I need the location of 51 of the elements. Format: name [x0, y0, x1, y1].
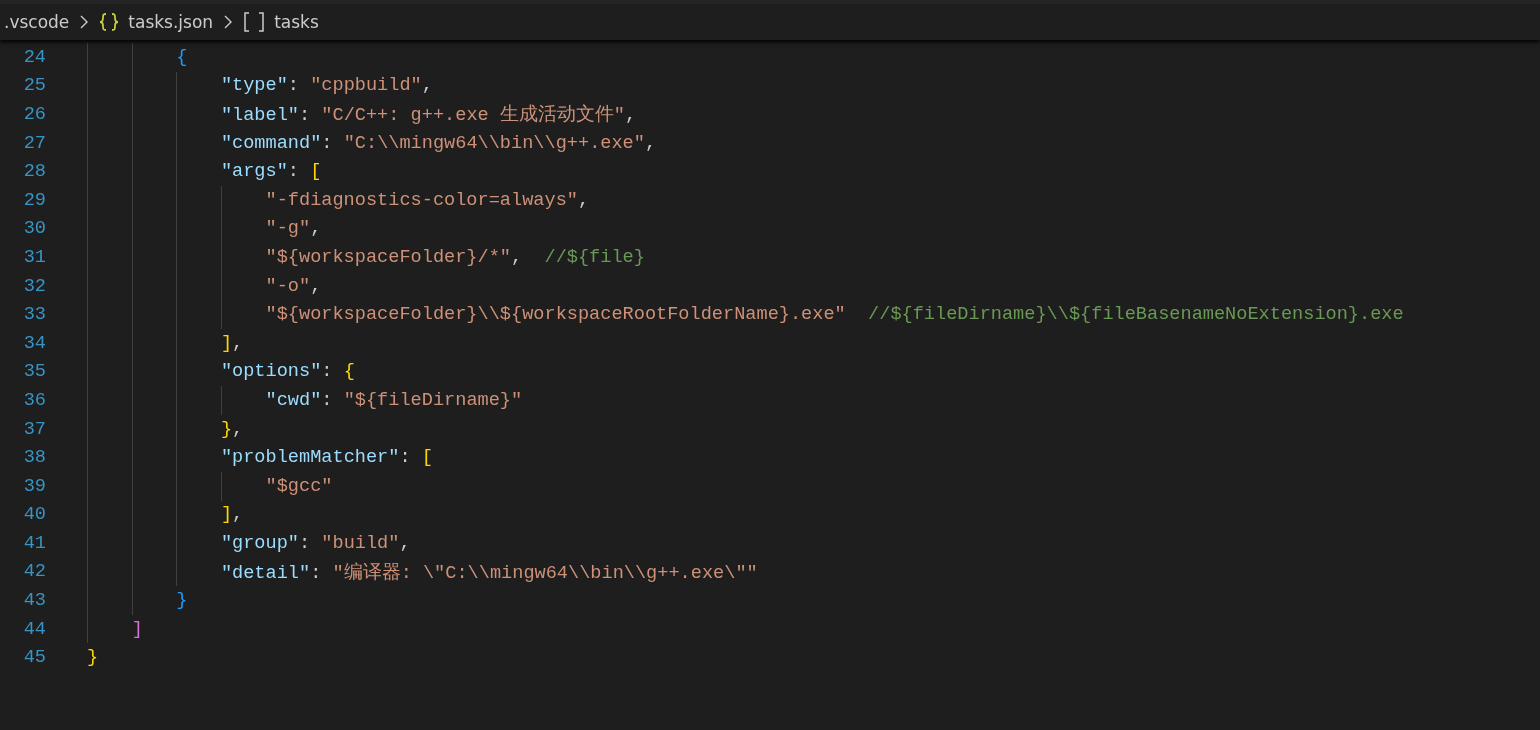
chevron-icon — [80, 15, 89, 29]
line-number: 43 — [22, 590, 46, 612]
line-number: 41 — [22, 532, 46, 554]
code-line: "group": "build", — [220, 532, 411, 554]
code-line: "${workspaceFolder}\\${workspaceRootFolderName}.exe" //${fileDirname}\\${fileBasenameNoExtension}.exe — [265, 304, 1404, 326]
code-line: "label": "C/C++: g++.exe 生成活动文件", — [220, 103, 637, 128]
line-number: 37 — [22, 418, 46, 440]
code-line: "detail": "编译器: \"C:\\mingw64\\bin\\g++.exe\"" — [220, 561, 758, 585]
line-number: 44 — [22, 618, 46, 640]
line-number: 35 — [22, 361, 46, 383]
code-line: ], — [220, 332, 244, 354]
chevron-icon — [224, 15, 233, 29]
line-number: 28 — [22, 161, 46, 183]
line-number: 33 — [22, 304, 46, 326]
breadcrumb-item[interactable]: tasks — [274, 12, 319, 32]
code-line: "-g", — [265, 218, 322, 240]
code-line: "problemMatcher": [ — [220, 447, 433, 469]
code-line: "${workspaceFolder}/*", //${file} — [265, 246, 645, 268]
line-number: 39 — [22, 475, 46, 497]
line-number: 24 — [22, 46, 46, 68]
line-number: 34 — [22, 332, 46, 354]
line-number: 40 — [22, 504, 46, 526]
code-line: } — [176, 590, 188, 612]
code-line: "options": { — [220, 361, 355, 383]
line-number: 25 — [22, 75, 46, 97]
square-brackets-icon — [243, 12, 266, 32]
line-number: 38 — [22, 447, 46, 469]
line-number: 26 — [22, 104, 46, 125]
code-line: "args": [ — [220, 161, 322, 183]
line-number: 27 — [22, 132, 46, 154]
code-line: "$gcc" — [265, 475, 333, 497]
line-number: 29 — [22, 189, 46, 211]
code-line: "-o", — [265, 275, 322, 297]
code-line: "type": "cppbuild", — [220, 75, 433, 97]
code-line: "-fdiagnostics-color=always", — [265, 189, 590, 211]
line-number: 31 — [22, 246, 46, 268]
line-number: 36 — [22, 389, 46, 411]
code-line: "command": "C:\\mingw64\\bin\\g++.exe", — [220, 132, 657, 154]
code-line: } — [87, 647, 99, 669]
code-line: }, — [220, 418, 244, 440]
line-number: 32 — [22, 275, 46, 297]
line-number: 30 — [22, 218, 46, 240]
code-line: { — [176, 46, 188, 68]
code-line: "cwd": "${fileDirname}" — [265, 389, 523, 411]
code-line: ] — [131, 618, 143, 640]
breadcrumb-item[interactable]: tasks.json — [128, 12, 214, 32]
curly-braces-icon — [99, 13, 120, 31]
line-number: 45 — [22, 647, 46, 669]
code-line: ], — [220, 504, 244, 526]
breadcrumb-item[interactable]: .vscode — [4, 12, 70, 32]
line-number: 42 — [22, 561, 46, 583]
